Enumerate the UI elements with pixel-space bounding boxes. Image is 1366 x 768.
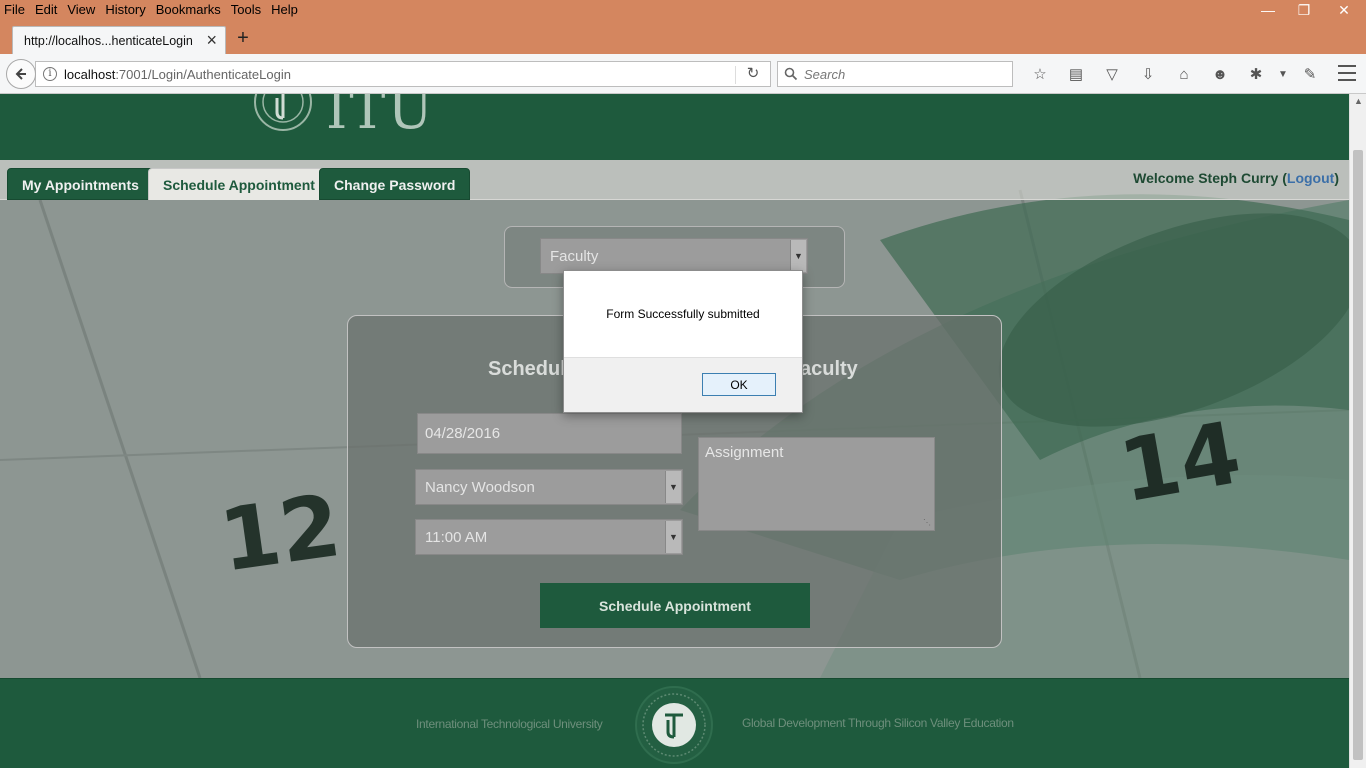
screenshot-icon[interactable]: ✎ [1292,62,1328,86]
time-select[interactable]: 11:00 AM ▼ [415,519,683,555]
chevron-down-icon: ▼ [665,521,681,553]
url-separator [735,66,736,84]
pocket-icon[interactable]: ▽ [1094,62,1130,86]
footer-university-name: International Technological University [416,717,603,731]
browser-tab[interactable]: http://localhos...henticateLogin × [12,26,226,54]
date-value: 04/28/2016 [425,425,501,442]
back-button[interactable] [6,59,36,89]
menu-file[interactable]: File [0,0,30,22]
search-bar[interactable]: Search [777,61,1013,87]
logout-link[interactable]: Logout [1287,170,1334,186]
menu-view[interactable]: View [62,0,100,22]
hamburger-menu-icon[interactable] [1338,65,1356,81]
calendar-number-12: 12 [214,476,346,592]
url-path: :7001/Login/AuthenticateLogin [115,66,291,82]
url-bar[interactable]: i localhost:7001/Login/AuthenticateLogin… [35,61,771,87]
extension-dropdown-icon[interactable]: ▼ [1274,62,1292,86]
reload-icon[interactable]: ↻ [744,65,762,83]
hello-chat-icon[interactable]: ☻ [1202,62,1238,86]
url-text[interactable]: localhost:7001/Login/AuthenticateLogin [64,67,291,82]
itu-seal-icon [254,94,312,131]
tab-my-appointments[interactable]: My Appointments [7,168,154,200]
close-tab-icon[interactable]: × [206,31,217,49]
faculty-type-value: Faculty [550,247,599,265]
footer-tagline: Global Development Through Silicon Valle… [742,716,1014,730]
chevron-down-icon: ▼ [790,240,806,272]
faculty-name-value: Nancy Woodson [425,478,535,496]
minimize-icon[interactable]: — [1250,0,1286,20]
calendar-number-14: 14 [1113,403,1248,522]
restore-icon[interactable]: ❐ [1286,0,1322,20]
alert-dialog: Form Successfully submitted OK [563,270,803,413]
menu-tools[interactable]: Tools [226,0,266,22]
form-title-right: aculty [800,358,858,380]
url-host: localhost [64,66,116,82]
form-title-left: Schedul [488,358,566,380]
tab-schedule-appointment[interactable]: Schedule Appointment [148,168,330,200]
tab-change-password[interactable]: Change Password [319,168,471,200]
bookmark-star-icon[interactable]: ☆ [1022,62,1058,86]
back-arrow-icon [15,68,26,80]
toolbar-icons: ☆ ▤ ▽ ⇩ ⌂ ☻ ✱ ▼ ✎ [1022,62,1328,86]
menu-bar: File Edit View History Bookmarks Tools H… [0,0,1366,22]
site-header: ITU [0,94,1349,160]
chevron-down-icon: ▼ [665,471,681,503]
menu-help[interactable]: Help [266,0,303,22]
page-tabs-row: My Appointments Schedule Appointment Cha… [0,160,1349,200]
date-input[interactable]: 04/28/2016 [417,413,682,454]
ok-button[interactable]: OK [702,373,776,396]
welcome-message: Welcome Steph Curry (Logout) [1133,170,1339,186]
search-placeholder: Search [804,66,846,82]
menu-edit[interactable]: Edit [30,0,62,22]
extension-icon[interactable]: ✱ [1238,62,1274,86]
assignment-textarea[interactable]: Assignment ⋱ [698,437,935,531]
browser-tab-title: http://localhos...henticateLogin [24,33,193,48]
itu-logo-text: ITU [326,94,435,141]
welcome-close-paren: ) [1334,170,1339,186]
info-icon[interactable]: i [43,67,57,81]
home-icon[interactable]: ⌂ [1166,62,1202,86]
tab-strip: http://localhos...henticateLogin × + [0,22,1366,54]
schedule-appointment-button[interactable]: Schedule Appointment [540,583,810,628]
search-icon [784,67,798,81]
faculty-name-select[interactable]: Nancy Woodson ▼ [415,469,683,505]
site-footer: International Technological University G… [0,678,1349,768]
footer-seal-icon [635,686,713,764]
assignment-placeholder: Assignment [705,444,784,461]
menu-history[interactable]: History [100,0,150,22]
bookmarks-library-icon[interactable]: ▤ [1058,62,1094,86]
welcome-text: Welcome Steph Curry ( [1133,170,1287,186]
faculty-type-select[interactable]: Faculty ▼ [540,238,808,274]
download-icon[interactable]: ⇩ [1130,62,1166,86]
menu-bookmarks[interactable]: Bookmarks [151,0,226,22]
new-tab-icon[interactable]: + [233,27,253,49]
alert-dialog-footer: OK [564,357,802,412]
page-viewport: ITU 12 14 My Appointments Schedule Appoi… [0,94,1349,768]
main-content: 12 14 My Appointments Schedule Appointme… [0,160,1349,678]
time-value: 11:00 AM [425,528,488,546]
resize-grip-icon[interactable]: ⋱ [923,518,931,527]
window-controls: — ❐ ✕ [1250,0,1366,22]
vertical-scrollbar[interactable]: ▲ [1349,94,1366,768]
scroll-up-icon[interactable]: ▲ [1354,96,1363,106]
close-window-icon[interactable]: ✕ [1322,0,1366,20]
alert-message: Form Successfully submitted [606,307,760,321]
scrollbar-thumb[interactable] [1353,150,1363,760]
navigation-bar: i localhost:7001/Login/AuthenticateLogin… [0,54,1366,94]
